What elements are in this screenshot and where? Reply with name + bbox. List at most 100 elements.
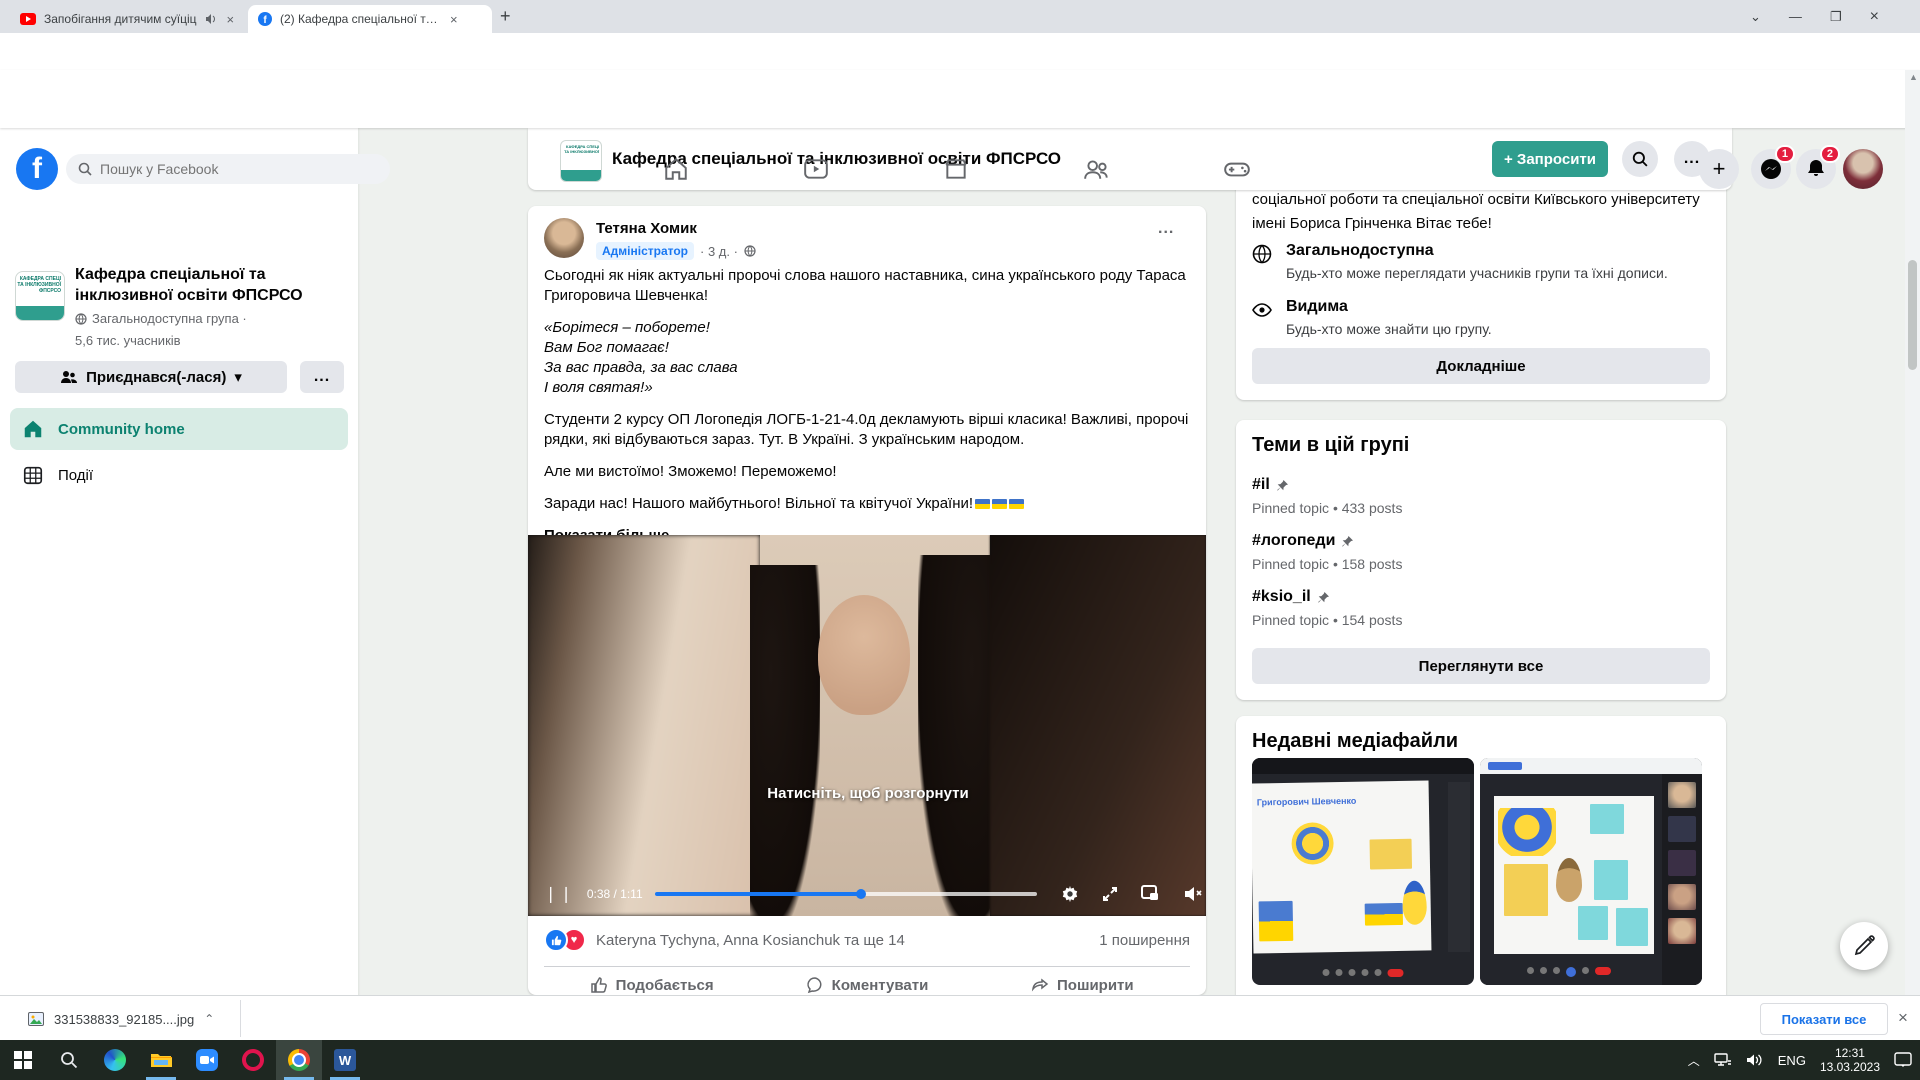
post-video-player[interactable]: Натисніть, щоб розгорнути ❘❘ 0:38 / 1:11 [528, 535, 1206, 916]
taskbar-search-button[interactable] [46, 1040, 92, 1080]
joined-button[interactable]: Приєднався(-лася) ▾ [15, 361, 287, 393]
messenger-badge: 1 [1775, 145, 1795, 163]
sidebar-item-label: Community home [58, 421, 185, 438]
sidebar-item-community-home[interactable]: Community home [10, 408, 348, 450]
tab-close-icon[interactable]: × [448, 12, 460, 27]
pin-icon [1317, 591, 1330, 604]
media-thumbnail[interactable] [1480, 758, 1702, 985]
feature-desc: Будь-хто може знайти цю групу. [1286, 320, 1492, 338]
start-button[interactable] [0, 1040, 46, 1080]
clock-date: 13.03.2023 [1820, 1060, 1880, 1074]
topic-item[interactable]: #ksio_il [1252, 588, 1330, 606]
video-expand-hint[interactable]: Натисніть, щоб розгорнути [718, 785, 1018, 802]
volume-muted-icon[interactable] [1183, 885, 1203, 903]
scrollbar-up-arrow[interactable]: ▲ [1909, 72, 1918, 82]
action-center-icon[interactable] [1894, 1052, 1912, 1068]
thumb-flag [1365, 903, 1403, 926]
nav-marketplace-tab[interactable] [928, 155, 984, 183]
nav-watch-tab[interactable] [788, 155, 844, 183]
show-all-downloads-button[interactable]: Показати все [1760, 1003, 1888, 1035]
tray-chevron-icon[interactable]: ︿ [1688, 1052, 1700, 1069]
nav-home-tab[interactable] [648, 155, 704, 183]
nav-groups-tab[interactable] [1069, 155, 1125, 183]
groups-icon [1083, 156, 1111, 182]
window-maximize-button[interactable]: ❐ [1830, 9, 1842, 25]
shares-count[interactable]: 1 поширення [1099, 932, 1190, 949]
new-tab-button[interactable]: + [500, 6, 511, 27]
create-plus-button[interactable]: + [1699, 149, 1739, 189]
taskbar-file-explorer-icon[interactable] [138, 1040, 184, 1080]
post-author-avatar[interactable] [544, 218, 584, 258]
topic-tag-label: #ksio_il [1252, 588, 1311, 606]
comment-button-label: Коментувати [832, 977, 929, 994]
media-thumbnail[interactable]: Григорович Шевченко [1252, 758, 1474, 985]
marketplace-icon [943, 156, 969, 182]
post-author-name[interactable]: Тетяна Хомик [596, 220, 697, 237]
window-minimize-button[interactable]: — [1789, 9, 1802, 24]
folder-icon [150, 1051, 172, 1069]
browser-tab-facebook[interactable]: f (2) Кафедра спеціальної та інкл × [248, 5, 492, 33]
language-indicator[interactable]: ENG [1778, 1053, 1806, 1068]
video-playhead[interactable] [856, 889, 866, 899]
video-left-panel [528, 535, 760, 916]
taskbar-chrome-icon[interactable] [276, 1040, 322, 1080]
invite-button[interactable]: + Запросити [1492, 141, 1608, 177]
post-paragraph: Заради нас! Нашого майбутнього! Вільної … [544, 494, 1190, 514]
download-bar-close-icon[interactable]: × [1898, 1008, 1908, 1028]
chevron-up-icon[interactable]: ⌃ [204, 1012, 214, 1026]
topic-item[interactable]: #il [1252, 476, 1289, 494]
divider [240, 1000, 241, 1037]
taskbar-edge-icon[interactable] [92, 1040, 138, 1080]
tab-audio-icon[interactable] [205, 13, 217, 25]
thumb-bottle-graphic [1402, 881, 1427, 925]
speaker-icon[interactable] [1746, 1053, 1764, 1067]
see-all-topics-button[interactable]: Переглянути все [1252, 648, 1710, 684]
search-icon [60, 1051, 78, 1069]
thumb-participants-strip [1662, 774, 1702, 985]
downloaded-file-chip[interactable]: 331538833_92185....jpg ⌃ [20, 1004, 222, 1034]
sidebar-more-button[interactable]: ... [300, 361, 344, 393]
post-body: Сьогодні як ніяк актуальні пророчі слова… [544, 266, 1190, 546]
account-avatar[interactable] [1843, 149, 1883, 189]
pause-button[interactable]: ❘❘ [544, 884, 575, 904]
tab-close-icon[interactable]: × [225, 12, 237, 27]
thumb-cyan-note [1616, 908, 1648, 946]
nav-gaming-tab[interactable] [1209, 155, 1265, 183]
network-icon[interactable] [1714, 1053, 1732, 1067]
picture-in-picture-icon[interactable] [1141, 885, 1161, 903]
post-quote-line: Вам Бог помагає! [544, 338, 1190, 358]
like-reaction-icon[interactable] [544, 928, 568, 952]
taskbar-clock[interactable]: 12:31 13.03.2023 [1820, 1046, 1880, 1074]
fullscreen-icon[interactable] [1101, 885, 1119, 903]
group-avatar-band [561, 170, 601, 181]
sidebar-item-events[interactable]: Події [10, 454, 348, 496]
post-more-button[interactable]: ... [1158, 220, 1174, 238]
thumb-browser-bar [1480, 758, 1702, 774]
taskbar-zoom-icon[interactable] [184, 1040, 230, 1080]
taskbar-opera-icon[interactable] [230, 1040, 276, 1080]
group-name[interactable]: Кафедра спеціальної та інклюзивної освіт… [75, 264, 335, 306]
post-timestamp[interactable]: · 3 д. · [700, 244, 738, 259]
home-icon [663, 156, 689, 182]
feature-title: Загальнодоступна [1286, 242, 1668, 260]
tab-search-chevron[interactable]: ⌄ [1750, 9, 1761, 25]
taskbar-word-icon[interactable]: W [322, 1040, 368, 1080]
reactions-names[interactable]: Kateryna Tychyna, Anna Kosianchuk та ще … [596, 932, 905, 949]
window-close-button[interactable]: × [1870, 8, 1879, 26]
learn-more-button[interactable]: Докладніше [1252, 348, 1710, 384]
facebook-logo[interactable]: f [16, 148, 58, 190]
browser-tab-youtube[interactable]: Запобігання дитячим суїціц × [10, 5, 258, 33]
notifications-button[interactable]: 2 [1796, 149, 1836, 189]
group-search-button[interactable] [1622, 141, 1658, 177]
scrollbar-thumb[interactable] [1908, 260, 1917, 370]
settings-gear-icon[interactable] [1061, 885, 1079, 903]
video-progress-bar[interactable] [655, 892, 1037, 896]
youtube-favicon [20, 13, 36, 25]
compose-post-button[interactable] [1840, 922, 1888, 970]
page-scrollbar[interactable]: ▲ [1905, 70, 1920, 995]
home-icon [22, 418, 44, 440]
topic-item[interactable]: #логопеди [1252, 532, 1354, 550]
comment-icon [806, 976, 824, 994]
search-input[interactable] [66, 154, 390, 184]
messenger-button[interactable]: 1 [1751, 149, 1791, 189]
